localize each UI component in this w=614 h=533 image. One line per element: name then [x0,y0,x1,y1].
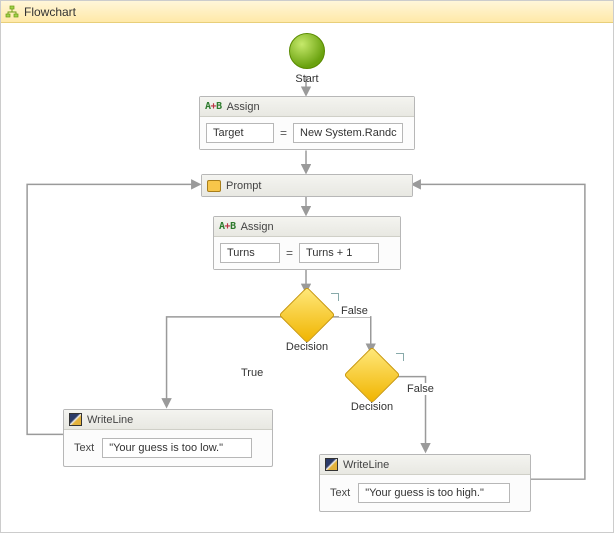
decision-label: Decision [342,401,402,413]
assign-value-field[interactable]: New System.Randc [293,123,403,143]
activity-title: Assign [227,101,260,113]
writeline-icon [69,413,82,426]
property-label: Text [74,442,94,454]
activity-header: Prompt [202,175,412,196]
activity-title: WriteLine [343,459,389,471]
property-label: Text [330,487,350,499]
decision-label: Decision [277,341,337,353]
assign-icon: A+B [205,101,222,112]
prompt-activity[interactable]: Prompt [201,174,413,197]
start-node[interactable]: Start [277,33,337,85]
writeline-low[interactable]: WriteLine Text "Your guess is too low." [63,409,273,467]
flowchart-designer: Flowchart [0,0,614,533]
start-label: Start [277,73,337,85]
designer-titlebar: Flowchart [1,1,613,23]
edge-label-false: False [405,383,436,395]
assign-value-field[interactable]: Turns + 1 [299,243,379,263]
decision-node-1[interactable]: Decision [277,295,337,353]
text-value-field[interactable]: "Your guess is too low." [102,438,252,458]
equals-label: = [280,126,287,140]
activity-title: WriteLine [87,414,133,426]
decision-icon [344,347,401,404]
flowchart-icon [5,5,19,19]
edge-label-true: True [239,367,265,379]
assign-activity-turns[interactable]: A+B Assign Turns = Turns + 1 [213,216,401,270]
activity-header: WriteLine [64,410,272,430]
assign-icon: A+B [219,221,236,232]
expand-hint-icon [396,353,404,361]
assign-to-field[interactable]: Target [206,123,274,143]
equals-label: = [286,246,293,260]
designer-title: Flowchart [24,5,76,19]
expand-hint-icon [331,293,339,301]
activity-header: A+B Assign [200,97,414,117]
start-icon [289,33,325,69]
design-surface[interactable]: Start A+B Assign Target = New System.Ran… [7,23,607,526]
activity-header: A+B Assign [214,217,400,237]
prompt-icon [207,180,221,192]
edge-label-false: False [339,305,370,317]
activity-title: Assign [241,221,274,233]
assign-to-field[interactable]: Turns [220,243,280,263]
assign-activity-target[interactable]: A+B Assign Target = New System.Randc [199,96,415,150]
text-value-field[interactable]: "Your guess is too high." [358,483,510,503]
writeline-icon [325,458,338,471]
writeline-high[interactable]: WriteLine Text "Your guess is too high." [319,454,531,512]
decision-node-2[interactable]: Decision [342,355,402,413]
decision-icon [279,287,336,344]
activity-header: WriteLine [320,455,530,475]
activity-title: Prompt [226,180,261,192]
